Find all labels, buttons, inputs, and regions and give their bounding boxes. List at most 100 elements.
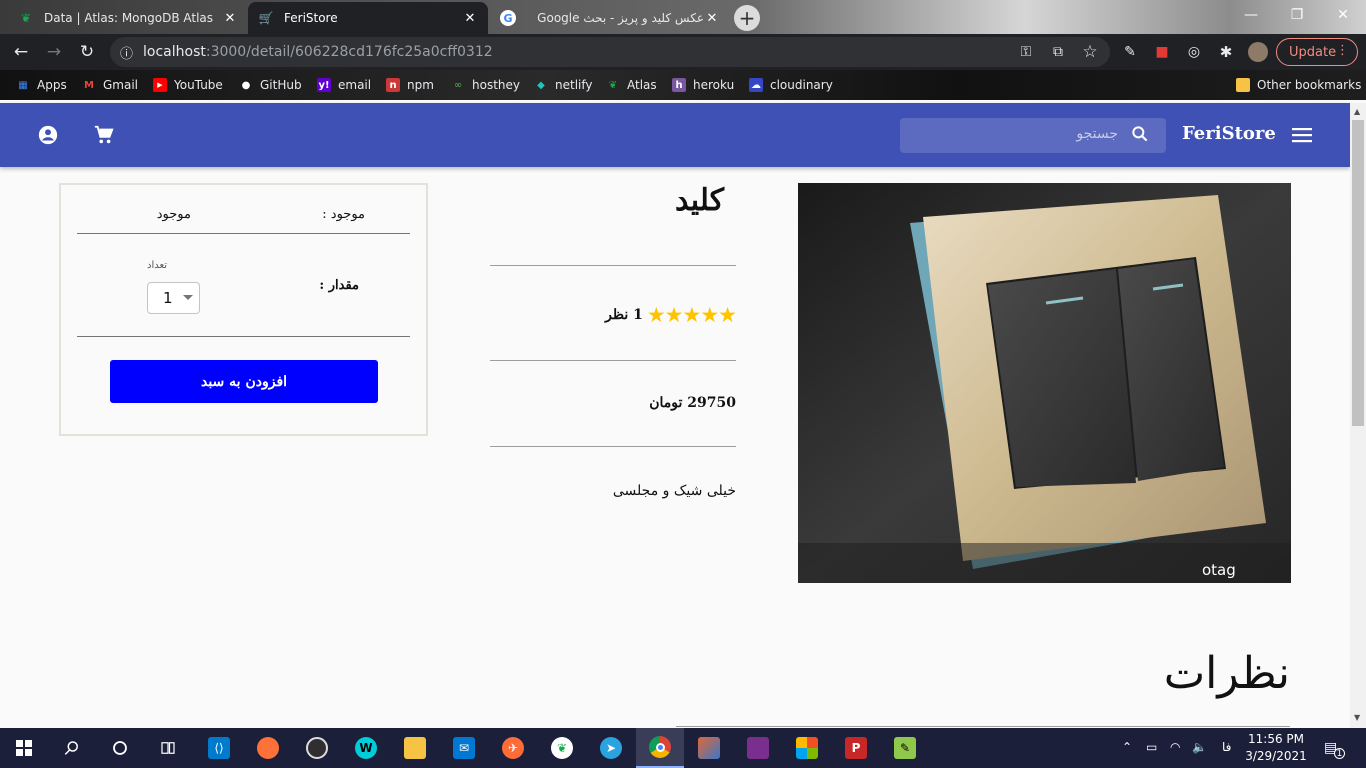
browser-tab-strip: ❦ Data | Atlas: MongoDB Atlas ✕ 🛒 FeriSt… — [0, 0, 1366, 34]
bookmark-atlas[interactable]: ❦ Atlas — [606, 76, 657, 94]
divider — [77, 233, 410, 234]
firefox-icon[interactable] — [244, 728, 292, 768]
stock-value: موجود — [156, 207, 191, 222]
bookmark-heroku[interactable]: h heroku — [672, 76, 734, 94]
hamburger-menu-icon[interactable] — [1290, 123, 1314, 147]
volume-icon[interactable]: 🔈 — [1192, 740, 1207, 754]
close-tab-icon[interactable]: ✕ — [462, 11, 478, 26]
bookmark-netlify[interactable]: ◆ netlify — [534, 76, 592, 94]
bookmark-email[interactable]: y! email — [317, 76, 371, 94]
restore-icon[interactable]: ❐ — [1274, 0, 1320, 30]
search-box[interactable]: جستجو — [900, 118, 1166, 153]
extension-target-icon[interactable]: ◎ — [1182, 40, 1206, 64]
bookmark-label: YouTube — [174, 78, 223, 92]
vscode-icon[interactable]: ⟨⟩ — [195, 728, 243, 768]
bookmark-label: GitHub — [260, 78, 302, 92]
cortana-icon[interactable] — [96, 728, 144, 768]
close-tab-icon[interactable]: ✕ — [704, 11, 720, 26]
quantity-value: 1 — [163, 289, 173, 307]
window-close-icon[interactable]: ✕ — [1320, 0, 1366, 30]
other-bookmarks[interactable]: Other bookmarks — [1236, 76, 1361, 94]
tab-feristore[interactable]: 🛒 FeriStore ✕ — [248, 2, 488, 34]
google-icon: G — [500, 10, 516, 26]
brand-logo[interactable]: FeriStore — [1182, 123, 1276, 144]
windows-start-icon[interactable] — [0, 728, 48, 768]
scroll-down-icon[interactable]: ▼ — [1354, 713, 1360, 722]
yahoo-icon: y! — [317, 78, 331, 92]
windows-taskbar: ⟨⟩ W ✉ ✈ ❦ ➤ P ✎ ⌃ ▭ ◠ 🔈 فا 11:56 PM 3/2… — [0, 728, 1366, 768]
rating-stars: ★★★★★ — [646, 303, 737, 327]
task-view-icon[interactable] — [144, 728, 192, 768]
bookmark-youtube[interactable]: ▶ YouTube — [153, 76, 223, 94]
back-icon[interactable]: ← — [9, 40, 33, 64]
close-tab-icon[interactable]: ✕ — [222, 11, 238, 26]
product-price: 29750 تومان — [649, 395, 736, 411]
bookmark-gmail[interactable]: M Gmail — [82, 76, 138, 94]
bookmark-cloudinary[interactable]: ☁ cloudinary — [749, 76, 833, 94]
address-bar[interactable]: ⓘ localhost:3000/detail/606228cd176fc25a… — [110, 37, 1110, 67]
battery-icon[interactable]: ▭ — [1146, 740, 1157, 754]
bookmark-hosthey[interactable]: ∞ hosthey — [451, 76, 520, 94]
office-icon[interactable] — [783, 728, 831, 768]
quantity-select[interactable]: 1 — [147, 282, 200, 314]
bookmark-npm[interactable]: n npm — [386, 76, 434, 94]
update-button[interactable]: Update ⋮ — [1276, 38, 1358, 66]
extension-pen-icon[interactable]: ✎ — [1118, 40, 1142, 64]
tab-title: Data | Atlas: MongoDB Atlas — [44, 11, 214, 25]
page-scrollbar[interactable]: ▲ ▼ — [1350, 103, 1366, 728]
matlab-icon[interactable] — [685, 728, 733, 768]
bookmark-label: Apps — [37, 78, 67, 92]
bookmark-star-icon[interactable]: ☆ — [1078, 40, 1102, 64]
chrome-icon[interactable] — [636, 728, 684, 768]
winrar-icon[interactable] — [734, 728, 782, 768]
tab-mongodb-atlas[interactable]: ❦ Data | Atlas: MongoDB Atlas ✕ — [8, 2, 248, 34]
heroku-icon: h — [672, 78, 686, 92]
telegram-icon[interactable]: ➤ — [587, 728, 635, 768]
shopping-cart-icon[interactable] — [92, 123, 116, 147]
tray-chevron-icon[interactable]: ⌃ — [1122, 740, 1132, 754]
divider — [77, 336, 410, 337]
clock-time: 11:56 PM — [1248, 732, 1304, 746]
tab-title: عکس کلید و پریز - بحث Google — [537, 11, 704, 25]
bookmarks-bar: ▦ Apps M Gmail ▶ YouTube ● GitHub y! email nn… — [0, 70, 1366, 100]
gmail-icon: M — [84, 79, 94, 91]
new-tab-button[interactable]: + — [734, 5, 760, 31]
reload-icon[interactable]: ↻ — [75, 40, 99, 64]
product-title: کلید — [674, 183, 724, 218]
extension-gift-icon[interactable]: ■ — [1150, 40, 1174, 64]
notepadpp-icon[interactable]: ✎ — [881, 728, 929, 768]
apps-grid-icon: ▦ — [18, 79, 28, 91]
forward-icon[interactable]: → — [42, 40, 66, 64]
open-external-icon[interactable]: ⧉ — [1046, 40, 1070, 64]
more-menu-icon[interactable]: ⋮ — [1336, 43, 1349, 58]
add-to-cart-button[interactable]: افزودن به سبد — [110, 360, 378, 403]
minimize-icon[interactable]: — — [1228, 0, 1274, 30]
search-icon[interactable] — [48, 728, 96, 768]
netlify-icon: ◆ — [537, 79, 545, 91]
extensions-puzzle-icon[interactable]: ✱ — [1214, 40, 1238, 64]
file-explorer-icon[interactable] — [391, 728, 439, 768]
wifi-icon[interactable]: ◠ — [1170, 740, 1180, 754]
mongodb-compass-icon[interactable]: ❦ — [538, 728, 586, 768]
scroll-up-icon[interactable]: ▲ — [1354, 107, 1360, 116]
search-input[interactable]: جستجو — [1076, 126, 1118, 142]
image-watermark: otag — [1202, 561, 1236, 579]
postman-icon[interactable]: ✈ — [489, 728, 537, 768]
bookmark-apps[interactable]: ▦ Apps — [16, 76, 67, 94]
scroll-thumb[interactable] — [1352, 120, 1364, 426]
obs-icon[interactable] — [293, 728, 341, 768]
site-info-icon[interactable]: ⓘ — [120, 43, 133, 62]
password-key-icon[interactable]: ⚿ — [1014, 40, 1038, 64]
input-language[interactable]: فا — [1222, 740, 1231, 754]
bookmark-github[interactable]: ● GitHub — [239, 76, 302, 94]
system-clock[interactable]: 11:56 PM 3/29/2021 — [1245, 731, 1307, 765]
profile-avatar[interactable] — [1246, 40, 1270, 64]
tab-google-search[interactable]: G عکس کلید و پریز - بحث Google ✕ — [490, 2, 730, 34]
purchase-panel: موجود : موجود مقدار : تعداد 1 افزودن به … — [59, 183, 428, 436]
account-circle-icon[interactable] — [36, 123, 60, 147]
mail-icon[interactable]: ✉ — [440, 728, 488, 768]
psiphon-icon[interactable]: P — [832, 728, 880, 768]
webstorm-icon[interactable]: W — [342, 728, 390, 768]
bookmark-label: Gmail — [103, 78, 139, 92]
product-rating: ★★★★★ 1 نظر — [605, 303, 737, 327]
